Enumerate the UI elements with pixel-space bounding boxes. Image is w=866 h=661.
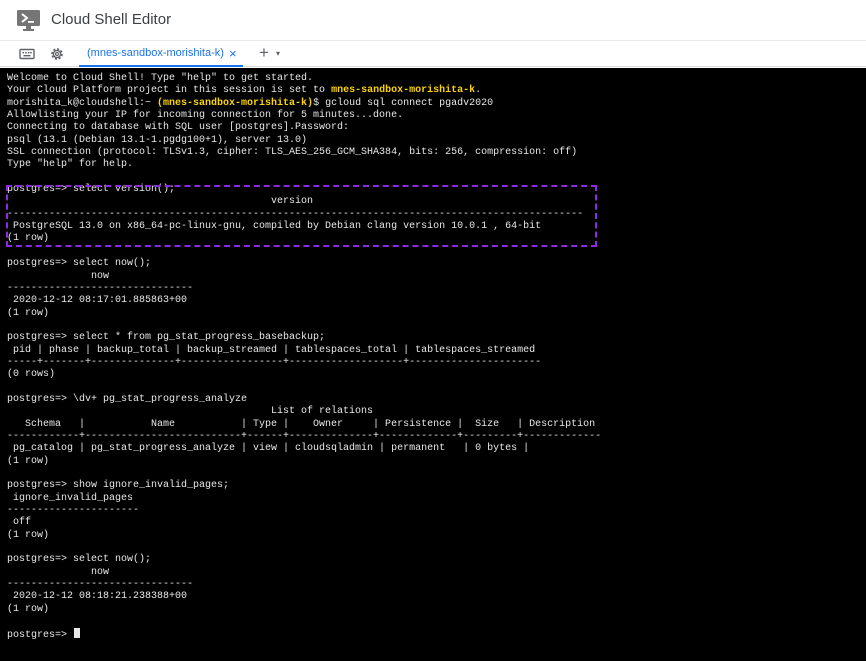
terminal-line: Your Cloud Platform project in this sess… [7, 85, 482, 97]
terminal-line: ignore_invalid_pages [7, 492, 134, 504]
terminal-line: List of relations [7, 406, 374, 418]
terminal-line: off [7, 517, 32, 529]
terminal-line: now [7, 270, 110, 282]
terminal-line: (0 rows) [7, 369, 56, 381]
terminal-line: ---------------------- [7, 505, 140, 517]
terminal-line: version [7, 196, 314, 208]
tab-terminal-session[interactable]: (mnes-sandbox-morishita-k) × [79, 41, 243, 67]
terminal-output[interactable]: Welcome to Cloud Shell! Type "help" to g… [0, 68, 866, 661]
terminal-line: 2020-12-12 08:17:01.885863+00 [7, 295, 188, 307]
add-tab-icon[interactable]: + [259, 44, 269, 61]
terminal-line: -----+-------+--------------+-----------… [7, 356, 542, 368]
terminal-line: Welcome to Cloud Shell! Type "help" to g… [7, 73, 314, 84]
terminal-line: (1 row) [7, 455, 50, 467]
terminal-prompt-line[interactable]: postgres=> [7, 628, 866, 642]
gear-icon[interactable] [49, 46, 65, 62]
terminal-line: Connecting to database with SQL user [po… [7, 122, 350, 134]
terminal-line: ------------------------------- [7, 579, 194, 591]
close-icon[interactable]: × [229, 47, 237, 60]
cloud-shell-logo-icon [17, 10, 40, 31]
terminal-line: postgres=> select now(); [7, 554, 152, 566]
keyboard-icon[interactable] [19, 46, 35, 62]
chevron-down-icon[interactable]: ▾ [276, 49, 280, 58]
terminal-line: SSL connection (protocol: TLSv1.3, ciphe… [7, 147, 578, 159]
terminal-line: 2020-12-12 08:18:21.238388+00 [7, 591, 188, 603]
terminal-line: (1 row) [7, 529, 50, 541]
terminal-line: ------------+--------------------------+… [7, 430, 602, 442]
terminal-line: morishita_k@cloudshell:~ (mnes-sandbox-m… [7, 97, 494, 109]
tab-label: (mnes-sandbox-morishita-k) [87, 47, 224, 59]
project-id: mnes-sandbox-morishita-k [331, 85, 476, 97]
terminal-line: postgres=> select version(); [7, 184, 176, 196]
title-bar: Cloud Shell Editor [0, 0, 866, 40]
terminal-line: pid | phase | backup_total | backup_stre… [7, 344, 536, 356]
psql-prompt: postgres=> [7, 630, 74, 642]
terminal-line: Allowlisting your IP for incoming connec… [7, 110, 404, 122]
terminal-line: postgres=> \dv+ pg_stat_progress_analyze [7, 393, 248, 405]
terminal-line: Type "help" for help. [7, 159, 134, 171]
terminal-line: postgres=> select * from pg_stat_progres… [7, 332, 326, 344]
terminal-line: (1 row) [7, 233, 50, 245]
terminal-line: postgres=> select now(); [7, 258, 152, 270]
terminal-line: now [7, 566, 110, 578]
project-id: (mnes-sandbox-morishita-k) [157, 97, 314, 109]
shell-prompt: morishita_k@cloudshell:~ [7, 97, 158, 109]
terminal-line: (1 row) [7, 603, 50, 615]
terminal-cursor [74, 628, 81, 639]
terminal-line: postgres=> show ignore_invalid_pages; [7, 480, 230, 492]
terminal-line: pg_catalog | pg_stat_progress_analyze | … [7, 443, 530, 455]
terminal-line: Schema | Name | Type | Owner | Persisten… [7, 418, 596, 430]
terminal-line: ----------------------------------------… [7, 208, 584, 220]
terminal-line: ------------------------------- [7, 282, 194, 294]
app-title: Cloud Shell Editor [51, 11, 172, 28]
tab-bar: (mnes-sandbox-morishita-k) × + ▾ [0, 40, 866, 67]
terminal-line: PostgreSQL 13.0 on x86_64-pc-linux-gnu, … [7, 221, 542, 233]
terminal-line: psql (13.1 (Debian 13.1-1.pgdg100+1), se… [7, 134, 308, 146]
terminal-line: (1 row) [7, 307, 50, 319]
